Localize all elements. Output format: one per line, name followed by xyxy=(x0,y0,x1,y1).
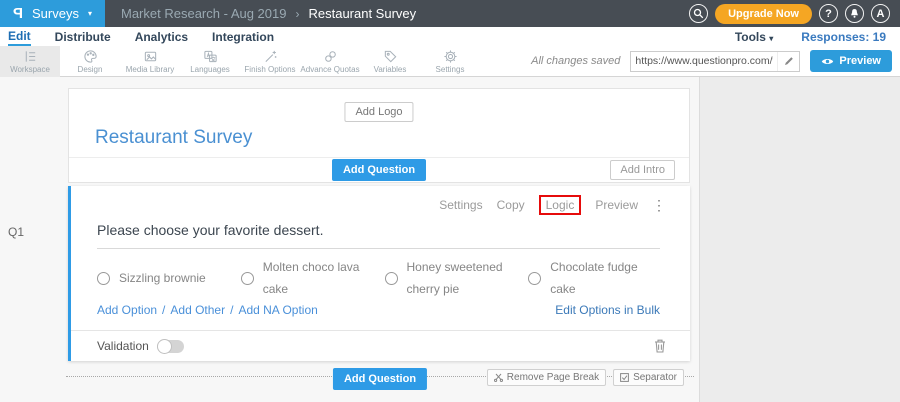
link-separator: / xyxy=(230,303,233,317)
toolbar-item-media-library[interactable]: Media Library xyxy=(120,46,180,77)
design-palette-icon xyxy=(83,49,98,64)
radio-button-icon[interactable] xyxy=(241,272,254,285)
remove-page-break-button[interactable]: Remove Page Break xyxy=(487,369,606,386)
add-na-option-link[interactable]: Add NA Option xyxy=(238,303,317,317)
search-icon xyxy=(693,8,704,19)
tab-distribute[interactable]: Distribute xyxy=(55,27,111,46)
question-card: Settings Copy Logic Preview ⋮ Please cho… xyxy=(68,186,690,361)
radio-button-icon[interactable] xyxy=(528,272,541,285)
variables-tag-icon xyxy=(383,49,398,64)
toolbar-item-languages[interactable]: Languages xyxy=(180,46,240,77)
add-logo-button[interactable]: Add Logo xyxy=(344,102,413,122)
toggle-knob xyxy=(157,339,172,354)
eye-icon xyxy=(821,57,834,66)
toolbar-item-settings[interactable]: Settings xyxy=(420,46,480,77)
answer-option-2[interactable]: Molten choco lava cake xyxy=(241,256,385,300)
trash-icon xyxy=(654,339,666,353)
link-separator: / xyxy=(162,303,165,317)
toolbar-item-advance-quotas[interactable]: Advance Quotas xyxy=(300,46,360,77)
survey-url-box xyxy=(630,51,800,72)
toolbar-item-design[interactable]: Design xyxy=(60,46,120,77)
add-option-links: Add Option / Add Other / Add NA Option xyxy=(97,303,318,317)
breadcrumb-parent[interactable]: Market Research - Aug 2019 xyxy=(121,6,286,21)
notifications-bell-icon xyxy=(849,8,860,19)
responses-count[interactable]: Responses: 19 xyxy=(801,30,886,44)
header-card-footer: Add Question Add Intro xyxy=(69,157,689,182)
toolbar-item-workspace[interactable]: Workspace xyxy=(0,46,60,77)
kebab-menu-icon[interactable]: ⋮ xyxy=(652,198,666,212)
tab-analytics[interactable]: Analytics xyxy=(135,27,188,46)
add-question-button-bottom[interactable]: Add Question xyxy=(333,368,427,390)
question-logic-link[interactable]: Logic xyxy=(539,195,582,215)
toolbar-right: All changes saved Preview xyxy=(531,50,900,72)
help-icon: ? xyxy=(825,8,832,20)
edit-url-button[interactable] xyxy=(777,52,799,71)
tab-edit[interactable]: Edit xyxy=(8,27,31,46)
survey-url-input[interactable] xyxy=(631,55,777,67)
answer-option-4[interactable]: Chocolate fudge cake xyxy=(528,256,672,300)
notifications-button[interactable] xyxy=(845,4,864,23)
avatar: A xyxy=(877,8,885,20)
questionpro-logo: P xyxy=(13,5,23,22)
surveys-menu-label: Surveys xyxy=(32,6,79,21)
radio-button-icon[interactable] xyxy=(385,272,398,285)
question-preview-link[interactable]: Preview xyxy=(595,198,638,212)
workspace-list-icon xyxy=(23,49,38,64)
question-footer: Validation xyxy=(71,330,690,361)
delete-question-button[interactable] xyxy=(654,339,666,353)
validation-toggle[interactable] xyxy=(157,340,184,353)
save-status: All changes saved xyxy=(531,55,620,67)
separator-toggle[interactable]: Separator xyxy=(613,369,684,386)
checkbox-checked-icon xyxy=(620,373,629,382)
advance-quotas-chain-icon xyxy=(323,49,338,64)
breadcrumb-current: Restaurant Survey xyxy=(308,6,416,21)
surveys-menu[interactable]: P Surveys ▾ xyxy=(0,0,105,27)
toolbar-item-finish-options[interactable]: Finish Options xyxy=(240,46,300,77)
answer-option-1[interactable]: Sizzling brownie xyxy=(97,256,241,300)
survey-header-card: Add Logo Restaurant Survey Add Question … xyxy=(68,88,690,183)
tools-menu[interactable]: Tools ▾ xyxy=(735,30,773,44)
chevron-down-icon: ▾ xyxy=(88,9,92,18)
chevron-down-icon: ▾ xyxy=(769,34,773,43)
question-number: Q1 xyxy=(8,225,24,239)
validation-label: Validation xyxy=(97,339,149,353)
add-question-button-top[interactable]: Add Question xyxy=(332,159,426,181)
tabrow-right: Tools ▾ Responses: 19 xyxy=(735,30,900,44)
topbar-actions: Upgrade Now ? A xyxy=(689,4,900,24)
finish-options-wand-icon xyxy=(263,49,278,64)
add-option-link[interactable]: Add Option xyxy=(97,303,157,317)
search-button[interactable] xyxy=(689,4,708,23)
edit-options-in-bulk-link[interactable]: Edit Options in Bulk xyxy=(555,303,660,317)
add-intro-button[interactable]: Add Intro xyxy=(610,160,675,180)
answer-options: Sizzling brownie Molten choco lava cake … xyxy=(97,256,672,300)
upgrade-now-button[interactable]: Upgrade Now xyxy=(715,4,812,24)
tab-integration[interactable]: Integration xyxy=(212,27,274,46)
question-text[interactable]: Please choose your favorite dessert. xyxy=(97,222,660,249)
media-library-image-icon xyxy=(143,49,158,64)
question-actions: Settings Copy Logic Preview ⋮ xyxy=(439,195,666,215)
languages-translate-icon xyxy=(203,49,218,64)
account-button[interactable]: A xyxy=(871,4,890,23)
help-button[interactable]: ? xyxy=(819,4,838,23)
radio-button-icon[interactable] xyxy=(97,272,110,285)
breadcrumb-separator-icon: › xyxy=(295,7,299,21)
tab-row: Edit Distribute Analytics Integration To… xyxy=(0,27,900,46)
pencil-icon xyxy=(784,56,794,66)
breadcrumb: Market Research - Aug 2019 › Restaurant … xyxy=(121,6,416,21)
scissors-icon xyxy=(494,373,503,382)
settings-gear-icon xyxy=(443,49,458,64)
option-links-row: Add Option / Add Other / Add NA Option E… xyxy=(97,303,660,317)
survey-title[interactable]: Restaurant Survey xyxy=(95,127,252,149)
page-break-strip: Add Question Remove Page Break Separator xyxy=(66,367,694,387)
toolbar-item-variables[interactable]: Variables xyxy=(360,46,420,77)
survey-toolbar: Workspace Design Media Library Languages… xyxy=(0,46,900,77)
question-settings-link[interactable]: Settings xyxy=(439,198,482,212)
top-bar: P Surveys ▾ Market Research - Aug 2019 ›… xyxy=(0,0,900,27)
add-other-link[interactable]: Add Other xyxy=(170,303,225,317)
answer-option-3[interactable]: Honey sweetened cherry pie xyxy=(385,256,529,300)
page-break-controls: Remove Page Break Separator xyxy=(487,369,684,386)
preview-button[interactable]: Preview xyxy=(810,50,892,72)
question-copy-link[interactable]: Copy xyxy=(497,198,525,212)
